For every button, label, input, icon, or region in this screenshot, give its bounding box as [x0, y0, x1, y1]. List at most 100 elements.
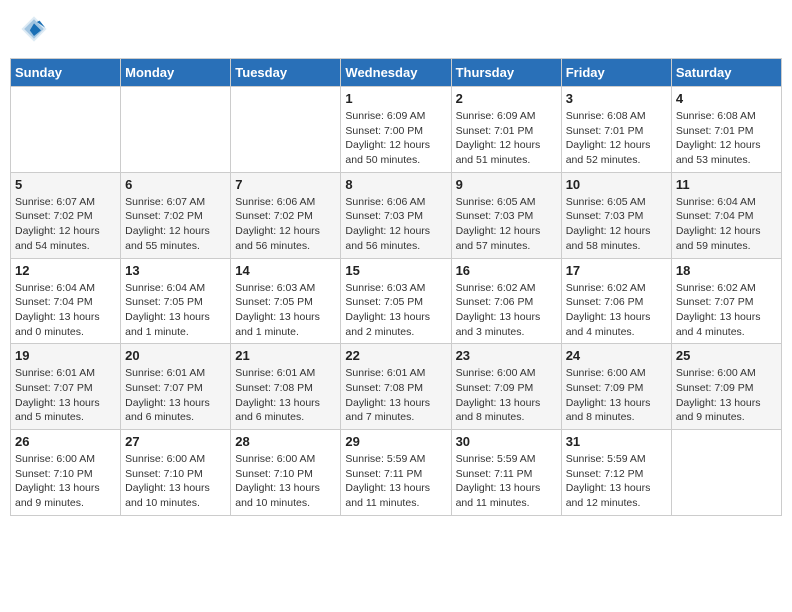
day-info: Sunrise: 6:00 AMSunset: 7:09 PMDaylight:…	[456, 366, 557, 425]
weekday-header-wednesday: Wednesday	[341, 59, 451, 87]
day-info: Sunrise: 6:09 AMSunset: 7:00 PMDaylight:…	[345, 109, 446, 168]
calendar-cell: 14 Sunrise: 6:03 AMSunset: 7:05 PMDayligh…	[231, 258, 341, 344]
calendar-cell	[121, 87, 231, 173]
day-info: Sunrise: 6:02 AMSunset: 7:06 PMDaylight:…	[566, 281, 667, 340]
calendar-cell: 8 Sunrise: 6:06 AMSunset: 7:03 PMDaylight…	[341, 172, 451, 258]
calendar-cell: 27 Sunrise: 6:00 AMSunset: 7:10 PMDayligh…	[121, 430, 231, 516]
day-info: Sunrise: 6:04 AMSunset: 7:04 PMDaylight:…	[676, 195, 777, 254]
day-number: 14	[235, 263, 336, 278]
weekday-header-thursday: Thursday	[451, 59, 561, 87]
calendar-cell: 30 Sunrise: 5:59 AMSunset: 7:11 PMDayligh…	[451, 430, 561, 516]
calendar-cell: 21 Sunrise: 6:01 AMSunset: 7:08 PMDayligh…	[231, 344, 341, 430]
calendar-cell: 28Sunrise: 6:00 AMSunset: 7:10 PMDayligh…	[231, 430, 341, 516]
day-info: Sunrise: 6:03 AMSunset: 7:05 PMDaylight:…	[345, 281, 446, 340]
day-info: Sunrise: 6:00 AMSunset: 7:10 PMDaylight:…	[235, 452, 336, 511]
calendar-cell	[11, 87, 121, 173]
calendar-cell: 1 Sunrise: 6:09 AMSunset: 7:00 PMDaylight…	[341, 87, 451, 173]
day-info: Sunrise: 6:02 AMSunset: 7:06 PMDaylight:…	[456, 281, 557, 340]
calendar-cell: 13 Sunrise: 6:04 AMSunset: 7:05 PMDayligh…	[121, 258, 231, 344]
day-number: 22	[345, 348, 446, 363]
day-number: 13	[125, 263, 226, 278]
day-info: Sunrise: 5:59 AMSunset: 7:11 PMDaylight:…	[345, 452, 446, 511]
calendar-table: SundayMondayTuesdayWednesdayThursdayFrid…	[10, 58, 782, 516]
weekday-header-sunday: Sunday	[11, 59, 121, 87]
weekday-header-friday: Friday	[561, 59, 671, 87]
calendar-cell: 29 Sunrise: 5:59 AMSunset: 7:11 PMDayligh…	[341, 430, 451, 516]
day-number: 18	[676, 263, 777, 278]
day-number: 29	[345, 434, 446, 449]
calendar-cell: 4 Sunrise: 6:08 AMSunset: 7:01 PMDaylight…	[671, 87, 781, 173]
day-info: Sunrise: 6:00 AMSunset: 7:10 PMDaylight:…	[125, 452, 226, 511]
day-number: 1	[345, 91, 446, 106]
calendar-cell	[231, 87, 341, 173]
day-info: Sunrise: 6:01 AMSunset: 7:08 PMDaylight:…	[345, 366, 446, 425]
day-info: Sunrise: 6:07 AMSunset: 7:02 PMDaylight:…	[15, 195, 116, 254]
calendar-cell: 2 Sunrise: 6:09 AMSunset: 7:01 PMDaylight…	[451, 87, 561, 173]
day-number: 11	[676, 177, 777, 192]
day-info: Sunrise: 6:06 AMSunset: 7:02 PMDaylight:…	[235, 195, 336, 254]
day-number: 15	[345, 263, 446, 278]
day-info: Sunrise: 6:01 AMSunset: 7:07 PMDaylight:…	[125, 366, 226, 425]
day-number: 27	[125, 434, 226, 449]
day-info: Sunrise: 6:00 AMSunset: 7:09 PMDaylight:…	[676, 366, 777, 425]
day-number: 10	[566, 177, 667, 192]
day-info: Sunrise: 6:03 AMSunset: 7:05 PMDaylight:…	[235, 281, 336, 340]
logo-icon	[20, 15, 48, 43]
day-info: Sunrise: 6:01 AMSunset: 7:07 PMDaylight:…	[15, 366, 116, 425]
weekday-header-monday: Monday	[121, 59, 231, 87]
day-number: 20	[125, 348, 226, 363]
calendar-cell: 17 Sunrise: 6:02 AMSunset: 7:06 PMDayligh…	[561, 258, 671, 344]
day-info: Sunrise: 6:05 AMSunset: 7:03 PMDaylight:…	[566, 195, 667, 254]
calendar-cell: 9 Sunrise: 6:05 AMSunset: 7:03 PMDaylight…	[451, 172, 561, 258]
day-number: 4	[676, 91, 777, 106]
day-number: 24	[566, 348, 667, 363]
page-header	[10, 10, 782, 48]
day-info: Sunrise: 6:06 AMSunset: 7:03 PMDaylight:…	[345, 195, 446, 254]
day-info: Sunrise: 6:09 AMSunset: 7:01 PMDaylight:…	[456, 109, 557, 168]
day-number: 23	[456, 348, 557, 363]
day-info: Sunrise: 6:04 AMSunset: 7:04 PMDaylight:…	[15, 281, 116, 340]
calendar-cell: 22 Sunrise: 6:01 AMSunset: 7:08 PMDayligh…	[341, 344, 451, 430]
calendar-cell: 26 Sunrise: 6:00 AMSunset: 7:10 PMDayligh…	[11, 430, 121, 516]
calendar-cell: 19 Sunrise: 6:01 AMSunset: 7:07 PMDayligh…	[11, 344, 121, 430]
day-number: 19	[15, 348, 116, 363]
day-number: 31	[566, 434, 667, 449]
day-number: 26	[15, 434, 116, 449]
day-info: Sunrise: 6:00 AMSunset: 7:10 PMDaylight:…	[15, 452, 116, 511]
day-number: 3	[566, 91, 667, 106]
calendar-cell: 10 Sunrise: 6:05 AMSunset: 7:03 PMDayligh…	[561, 172, 671, 258]
calendar-cell: 5Sunrise: 6:07 AMSunset: 7:02 PMDaylight…	[11, 172, 121, 258]
calendar-cell: 16 Sunrise: 6:02 AMSunset: 7:06 PMDayligh…	[451, 258, 561, 344]
day-info: Sunrise: 6:08 AMSunset: 7:01 PMDaylight:…	[676, 109, 777, 168]
day-number: 17	[566, 263, 667, 278]
day-number: 6	[125, 177, 226, 192]
calendar-cell: 15 Sunrise: 6:03 AMSunset: 7:05 PMDayligh…	[341, 258, 451, 344]
day-number: 2	[456, 91, 557, 106]
day-number: 8	[345, 177, 446, 192]
day-info: Sunrise: 6:01 AMSunset: 7:08 PMDaylight:…	[235, 366, 336, 425]
logo	[20, 15, 52, 43]
day-info: Sunrise: 6:08 AMSunset: 7:01 PMDaylight:…	[566, 109, 667, 168]
day-info: Sunrise: 6:05 AMSunset: 7:03 PMDaylight:…	[456, 195, 557, 254]
calendar-cell: 6 Sunrise: 6:07 AMSunset: 7:02 PMDaylight…	[121, 172, 231, 258]
day-number: 25	[676, 348, 777, 363]
day-info: Sunrise: 5:59 AMSunset: 7:11 PMDaylight:…	[456, 452, 557, 511]
calendar-cell: 11 Sunrise: 6:04 AMSunset: 7:04 PMDayligh…	[671, 172, 781, 258]
calendar-cell: 23 Sunrise: 6:00 AMSunset: 7:09 PMDayligh…	[451, 344, 561, 430]
calendar-cell: 3 Sunrise: 6:08 AMSunset: 7:01 PMDaylight…	[561, 87, 671, 173]
day-number: 30	[456, 434, 557, 449]
calendar-cell: 12Sunrise: 6:04 AMSunset: 7:04 PMDayligh…	[11, 258, 121, 344]
day-info: Sunrise: 6:04 AMSunset: 7:05 PMDaylight:…	[125, 281, 226, 340]
day-info: Sunrise: 6:07 AMSunset: 7:02 PMDaylight:…	[125, 195, 226, 254]
day-info: Sunrise: 6:00 AMSunset: 7:09 PMDaylight:…	[566, 366, 667, 425]
calendar-cell: 24 Sunrise: 6:00 AMSunset: 7:09 PMDayligh…	[561, 344, 671, 430]
day-number: 9	[456, 177, 557, 192]
day-number: 21	[235, 348, 336, 363]
day-number: 16	[456, 263, 557, 278]
calendar-cell	[671, 430, 781, 516]
weekday-header-saturday: Saturday	[671, 59, 781, 87]
calendar-cell: 31 Sunrise: 5:59 AMSunset: 7:12 PMDayligh…	[561, 430, 671, 516]
calendar-cell: 7Sunrise: 6:06 AMSunset: 7:02 PMDaylight…	[231, 172, 341, 258]
weekday-header-tuesday: Tuesday	[231, 59, 341, 87]
day-info: Sunrise: 5:59 AMSunset: 7:12 PMDaylight:…	[566, 452, 667, 511]
